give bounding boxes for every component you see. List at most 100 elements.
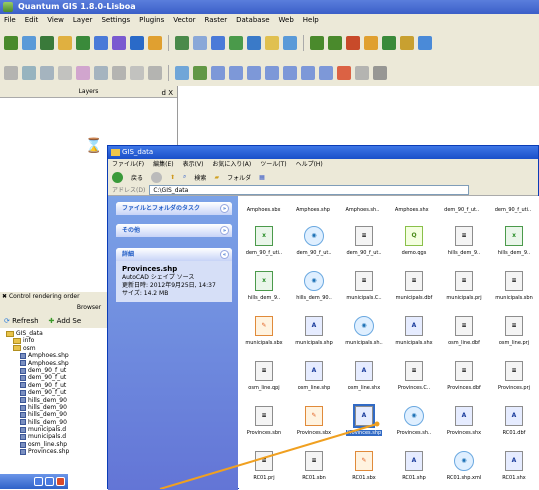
toolbar-tool-icon[interactable]: [94, 36, 108, 50]
file-item-label[interactable]: Amphoes.sh..: [345, 207, 379, 213]
toolbar-tool-icon[interactable]: [40, 36, 54, 50]
chevron-up-icon[interactable]: «: [220, 250, 229, 259]
menu-item-vector[interactable]: Vector: [173, 14, 195, 26]
back-icon[interactable]: [112, 171, 123, 183]
file-item-label[interactable]: Amphoes.shp: [296, 207, 330, 213]
map-tool-icon[interactable]: [301, 66, 315, 80]
search-icon[interactable]: ⌕: [183, 173, 186, 181]
toolbar-tool-icon[interactable]: [112, 36, 126, 50]
file-item[interactable]: ≡ Provinces.prj: [489, 355, 539, 400]
file-item[interactable]: ≡ municipals.sbn: [489, 265, 539, 310]
file-item[interactable]: ◉ hills_dem_90..: [289, 265, 339, 310]
search-label[interactable]: 検索: [194, 173, 206, 182]
toolbar-tool-icon[interactable]: [58, 36, 72, 50]
file-item[interactable]: A Provinces.shx: [439, 400, 489, 445]
toolbar-tool-icon[interactable]: [418, 36, 432, 50]
menu-item-settings[interactable]: Settings: [101, 14, 130, 26]
views-icon[interactable]: ▦: [259, 174, 265, 181]
file-item[interactable]: ✎ RC01.sbx: [339, 445, 389, 490]
file-item[interactable]: A RC01.shp: [389, 445, 439, 490]
file-item[interactable]: ≡ municipals.dbf: [389, 265, 439, 310]
file-item-label[interactable]: Amphoes.shx: [395, 207, 429, 213]
map-tool-icon[interactable]: [130, 66, 144, 80]
explorer-menu-item[interactable]: 表示(V): [183, 159, 204, 170]
toolbar-tool-icon[interactable]: [211, 36, 225, 50]
maximize-icon[interactable]: [45, 477, 54, 486]
map-tool-icon[interactable]: [193, 66, 207, 80]
file-item-label[interactable]: dem_90_f_ut..: [444, 207, 479, 213]
file-item[interactable]: x hills_dem_9..: [239, 265, 289, 310]
up-folder-icon[interactable]: ⬆: [170, 174, 175, 181]
explorer-menu-item[interactable]: ファイル(F): [112, 159, 144, 170]
file-item[interactable]: A Provinces.shp: [339, 400, 389, 445]
toolbar-tool-icon[interactable]: [265, 36, 279, 50]
menu-item-file[interactable]: File: [4, 14, 16, 26]
toolbar-tool-icon[interactable]: [364, 36, 378, 50]
close-icon[interactable]: [56, 477, 65, 486]
map-tool-icon[interactable]: [40, 66, 54, 80]
file-item[interactable]: A RC01.dbf: [489, 400, 539, 445]
chevron-down-icon[interactable]: »: [220, 204, 229, 213]
map-tool-icon[interactable]: [22, 66, 36, 80]
folders-label[interactable]: フォルダ: [227, 173, 251, 182]
task-file-folder[interactable]: ファイルとフォルダのタスク »: [116, 202, 232, 215]
map-tool-icon[interactable]: [112, 66, 126, 80]
chevron-down-icon[interactable]: »: [220, 226, 229, 235]
toolbar-tool-icon[interactable]: [400, 36, 414, 50]
menu-item-raster[interactable]: Raster: [205, 14, 228, 26]
browser-refresh-button[interactable]: ⟳ Refresh: [4, 317, 39, 325]
toolbar-tool-icon[interactable]: [193, 36, 207, 50]
file-item-label[interactable]: dem_90_f_uti..: [495, 207, 531, 213]
file-item[interactable]: Amunicipals.shp: [289, 310, 339, 355]
file-item[interactable]: ≡ municipals.prj: [439, 265, 489, 310]
toolbar-tool-icon[interactable]: [229, 36, 243, 50]
file-item[interactable]: x hills_dem_9..: [489, 220, 539, 265]
toolbar-tool-icon[interactable]: [130, 36, 144, 50]
file-item-label[interactable]: Amphoes.sbx: [247, 207, 281, 213]
menu-item-edit[interactable]: Edit: [25, 14, 39, 26]
map-tool-icon[interactable]: [4, 66, 18, 80]
file-item[interactable]: ≡ RC01.sbn: [289, 445, 339, 490]
folders-icon[interactable]: ▰: [214, 174, 219, 181]
explorer-menu-item[interactable]: 編集(E): [153, 159, 173, 170]
file-item[interactable]: ◉ dem_90_f_ut..: [289, 220, 339, 265]
map-tool-icon[interactable]: [265, 66, 279, 80]
map-tool-icon[interactable]: [337, 66, 351, 80]
toolbar-tool-icon[interactable]: [22, 36, 36, 50]
file-item[interactable]: ◉ municipals.sh..: [339, 310, 389, 355]
file-item[interactable]: ≡ Provinces.sbn: [239, 400, 289, 445]
menu-item-web[interactable]: Web: [279, 14, 294, 26]
file-item[interactable]: ≡ RC01.prj: [239, 445, 289, 490]
address-input[interactable]: C:\GIS_data: [149, 184, 470, 195]
explorer-menu-item[interactable]: お気に入り(A): [212, 159, 251, 170]
map-tool-icon[interactable]: [247, 66, 261, 80]
browser-add-button[interactable]: ✚ Add Se: [49, 317, 82, 325]
toolbar-tool-icon[interactable]: [76, 36, 90, 50]
menu-item-plugins[interactable]: Plugins: [139, 14, 164, 26]
file-item[interactable]: ≡ municipals.C..: [339, 265, 389, 310]
toolbar-tool-icon[interactable]: [310, 36, 324, 50]
map-tool-icon[interactable]: [229, 66, 243, 80]
toolbar-tool-icon[interactable]: [4, 36, 18, 50]
toolbar-tool-icon[interactable]: [283, 36, 297, 50]
toolbar-tool-icon[interactable]: [346, 36, 360, 50]
map-tool-icon[interactable]: [148, 66, 162, 80]
toolbar-tool-icon[interactable]: [175, 36, 189, 50]
file-item[interactable]: ◉ Provinces.sh..: [389, 400, 439, 445]
file-item[interactable]: Aosm_line.shx: [339, 355, 389, 400]
file-item[interactable]: ◉ RC01.shp.xml: [439, 445, 489, 490]
back-label[interactable]: 戻る: [131, 173, 143, 182]
toolbar-tool-icon[interactable]: [148, 36, 162, 50]
forward-icon[interactable]: [151, 171, 163, 183]
toolbar-tool-icon[interactable]: [382, 36, 396, 50]
toolbar-tool-icon[interactable]: [247, 36, 261, 50]
layers-panel-controls[interactable]: d X: [162, 87, 173, 99]
map-tool-icon[interactable]: [175, 66, 189, 80]
toolbar-tool-icon[interactable]: [328, 36, 342, 50]
map-tool-icon[interactable]: [58, 66, 72, 80]
file-item[interactable]: ≡ osm_line.dbf: [439, 310, 489, 355]
file-item[interactable]: ≡ dem_90_f_ut..: [339, 220, 389, 265]
explorer-menu-item[interactable]: ツール(T): [260, 159, 286, 170]
file-item[interactable]: x dem_90_f_uti..: [239, 220, 289, 265]
menu-item-view[interactable]: View: [47, 14, 64, 26]
